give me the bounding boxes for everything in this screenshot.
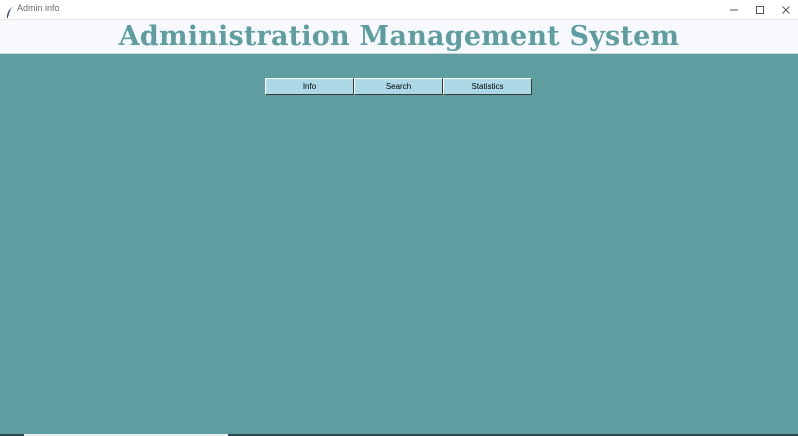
page-title: Administration Management System <box>118 21 680 52</box>
window-title: Admin info <box>17 3 60 13</box>
header-bar: Administration Management System <box>0 20 798 54</box>
close-icon <box>782 6 790 14</box>
info-button[interactable]: Info <box>265 78 354 95</box>
maximize-button[interactable] <box>746 0 774 20</box>
minimize-button[interactable] <box>720 0 748 20</box>
nav-button-bar: Info Search Statistics <box>265 78 532 95</box>
window-titlebar: Admin info <box>0 0 798 20</box>
statistics-button[interactable]: Statistics <box>443 78 532 95</box>
feather-icon <box>6 4 13 18</box>
minimize-icon <box>730 9 738 11</box>
search-button[interactable]: Search <box>354 78 443 95</box>
maximize-icon <box>756 6 764 14</box>
close-button[interactable] <box>772 0 798 20</box>
